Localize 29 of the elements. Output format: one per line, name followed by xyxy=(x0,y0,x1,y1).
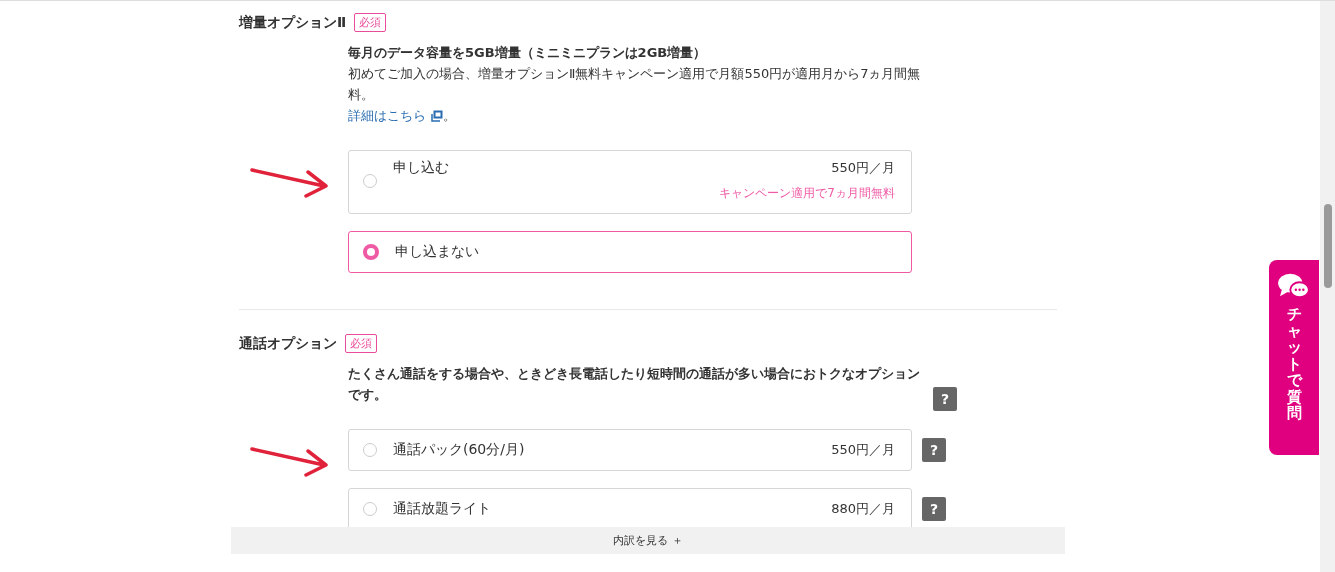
option-price: 550円／月 xyxy=(831,159,895,177)
campaign-note: キャンペーン適用で7ヵ月間無料 xyxy=(719,185,895,202)
help-button[interactable]: ? xyxy=(922,497,946,521)
help-button[interactable]: ? xyxy=(922,438,946,462)
radio-button[interactable] xyxy=(363,244,379,260)
option-card[interactable]: 通話パック(60分/月) 550円／月 xyxy=(348,429,912,471)
punctuation: 。 xyxy=(443,108,456,123)
chat-bubbles-icon xyxy=(1277,272,1311,300)
option-description: 毎月のデータ容量を5GB増量（ミニミニプランは2GB増量） xyxy=(348,44,708,62)
campaign-text: 初めてご加入の場合、増量オプションⅡ無料キャンペーン適用で月額550円が適用月から7ヵ月間無料。 xyxy=(348,65,922,104)
required-badge: 必須 xyxy=(345,334,377,353)
scrollbar-thumb[interactable] xyxy=(1324,204,1332,288)
option-card[interactable]: 申し込む 550円／月 キャンペーン適用で7ヵ月間無料 xyxy=(348,150,912,214)
external-link-icon xyxy=(431,109,443,122)
section-title: 通話オプション xyxy=(239,334,337,353)
option-card[interactable]: 申し込まない xyxy=(348,231,912,273)
option-description: たくさん通話をする場合や、ときどき長電話したり短時間の通話が多い場合におトクなオプションです。 xyxy=(348,365,921,404)
option-price: 880円／月 xyxy=(831,500,895,518)
option-price: 550円／月 xyxy=(831,441,895,459)
help-button[interactable]: ? xyxy=(933,387,957,411)
option-label: 通話放題ライト xyxy=(393,500,492,518)
option-label: 通話パック(60分/月) xyxy=(393,441,526,459)
chat-button[interactable]: チャットで質問 xyxy=(1269,260,1319,455)
option-label: 申し込む xyxy=(393,159,450,177)
section-title: 増量オプションⅡ xyxy=(239,13,347,32)
option-label: 申し込まない xyxy=(395,243,480,261)
required-badge: 必須 xyxy=(354,13,387,32)
scrollbar[interactable] xyxy=(1320,1,1335,572)
details-link[interactable]: 詳細はこちら xyxy=(348,105,443,126)
